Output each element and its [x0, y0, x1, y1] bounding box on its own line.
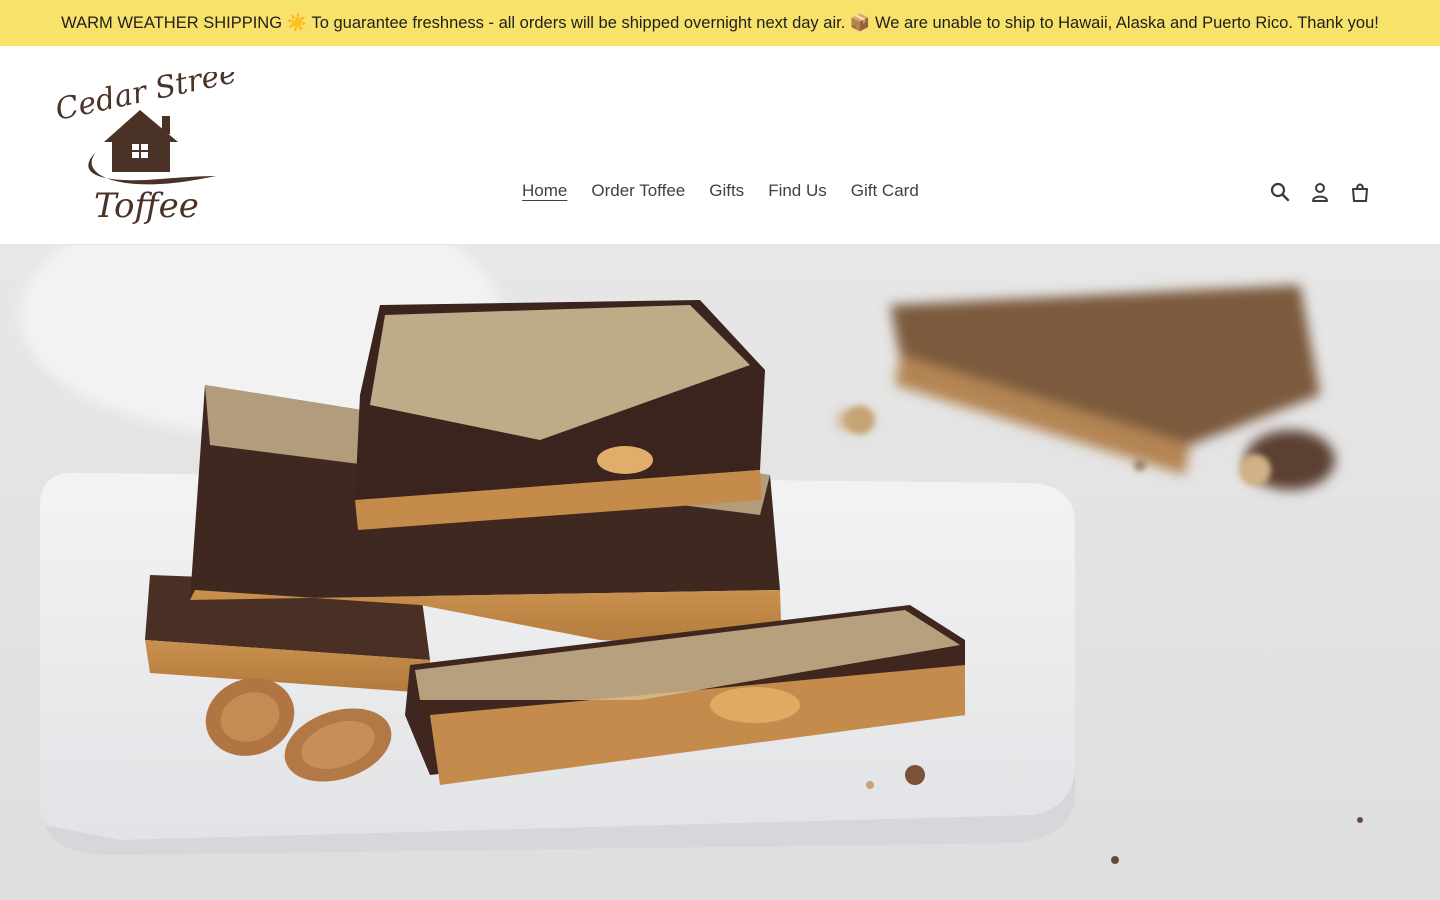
search-button[interactable] [1260, 176, 1300, 208]
logo-link[interactable]: Cedar Street Toffee [52, 53, 252, 226]
nav-item-order-toffee[interactable]: Order Toffee [579, 180, 697, 202]
main-nav: Home Order Toffee Gifts Find Us Gift Car… [510, 180, 931, 202]
hero-banner [0, 245, 1440, 900]
hero-toffee-image [0, 245, 1440, 900]
account-button[interactable] [1300, 176, 1340, 208]
nav-item-home[interactable]: Home [510, 180, 579, 202]
account-icon [1312, 183, 1328, 202]
announcement-text: WARM WEATHER SHIPPING ☀️ To guarantee fr… [61, 13, 1379, 32]
site-header: Cedar Street Toffee Home Order Toffee Gi… [0, 46, 1440, 245]
nav-item-gifts[interactable]: Gifts [697, 180, 756, 202]
logo-line2: Toffee [94, 186, 199, 224]
header-icons [1260, 176, 1380, 208]
cart-button[interactable] [1340, 176, 1380, 208]
nav-item-gift-card[interactable]: Gift Card [839, 180, 931, 202]
search-icon [1270, 182, 1290, 202]
cart-icon [1352, 183, 1368, 202]
nav-item-find-us[interactable]: Find Us [756, 180, 839, 202]
announcement-bar: WARM WEATHER SHIPPING ☀️ To guarantee fr… [0, 0, 1440, 46]
cedar-street-toffee-logo: Cedar Street Toffee [52, 53, 252, 226]
